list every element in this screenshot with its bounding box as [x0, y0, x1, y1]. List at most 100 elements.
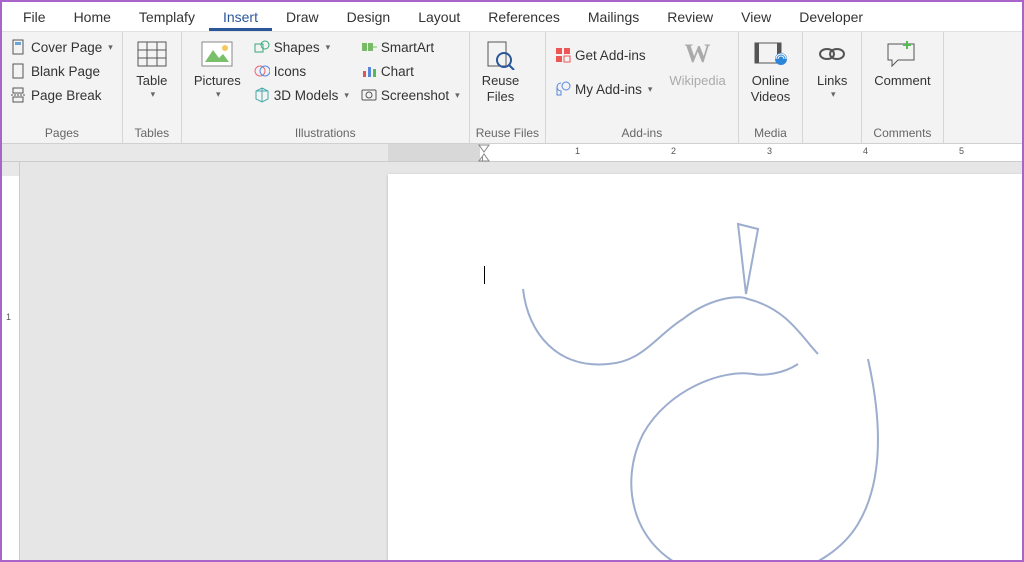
- group-media-label: Media: [745, 124, 797, 143]
- chevron-down-icon: ▾: [326, 42, 331, 53]
- group-pages: Cover Page ▾ Blank Page Page Break Pages: [2, 32, 123, 143]
- horizontal-ruler[interactable]: 1 2 3 4 5: [2, 144, 1022, 162]
- group-pages-label: Pages: [8, 124, 116, 143]
- blank-page-button[interactable]: Blank Page: [8, 61, 116, 81]
- wikipedia-icon: W: [681, 37, 715, 71]
- pictures-button[interactable]: Pictures ▾: [188, 35, 247, 103]
- store-icon: [555, 47, 571, 63]
- comment-icon: [885, 37, 919, 71]
- ink-drawing: [388, 174, 948, 560]
- page-break-label: Page Break: [31, 88, 102, 103]
- group-illustrations-label: Illustrations: [188, 124, 463, 143]
- chevron-down-icon: ▾: [648, 84, 653, 95]
- page-break-icon: [11, 87, 27, 103]
- chevron-down-icon: ▾: [344, 90, 349, 101]
- group-illustrations: Pictures ▾ Shapes ▾ Icons 3D Models ▾: [182, 32, 470, 143]
- group-reuse: Reuse Files Reuse Files: [470, 32, 546, 143]
- screenshot-button[interactable]: Screenshot ▾: [358, 85, 463, 105]
- cover-page-button[interactable]: Cover Page ▾: [8, 37, 116, 57]
- shapes-button[interactable]: Shapes ▾: [251, 37, 352, 57]
- table-button[interactable]: Table ▾: [129, 35, 175, 103]
- shapes-label: Shapes: [274, 40, 320, 55]
- blank-page-label: Blank Page: [31, 64, 100, 79]
- group-links: Links ▾: [803, 32, 862, 143]
- chevron-down-icon: ▾: [831, 89, 836, 100]
- links-label: Links: [817, 73, 847, 89]
- group-comments: Comment Comments: [862, 32, 943, 143]
- ribbon: Cover Page ▾ Blank Page Page Break Pages…: [2, 32, 1022, 144]
- tab-mailings[interactable]: Mailings: [574, 4, 653, 31]
- tab-design[interactable]: Design: [333, 4, 405, 31]
- tab-templafy[interactable]: Templafy: [125, 4, 209, 31]
- ribbon-tabs: File Home Templafy Insert Draw Design La…: [2, 2, 1022, 32]
- chevron-down-icon: ▾: [455, 90, 460, 101]
- pictures-label: Pictures: [194, 73, 241, 89]
- cover-page-icon: [11, 39, 27, 55]
- chevron-down-icon: ▾: [151, 89, 156, 100]
- video-label: Online Videos: [751, 73, 791, 106]
- document-area[interactable]: [20, 162, 1022, 560]
- page-break-button[interactable]: Page Break: [8, 85, 116, 105]
- ruler-mark: 4: [863, 146, 868, 156]
- group-addins-label: Add-ins: [552, 124, 732, 143]
- chart-label: Chart: [381, 64, 414, 79]
- get-addins-button[interactable]: Get Add-ins: [552, 45, 655, 65]
- table-label: Table: [136, 73, 167, 89]
- links-button[interactable]: Links ▾: [809, 35, 855, 103]
- comment-button[interactable]: Comment: [868, 35, 936, 91]
- chart-button[interactable]: Chart: [358, 61, 463, 81]
- pictures-icon: [200, 37, 234, 71]
- table-icon: [135, 37, 169, 71]
- screenshot-label: Screenshot: [381, 88, 449, 103]
- group-tables: Table ▾ Tables: [123, 32, 182, 143]
- screenshot-icon: [361, 87, 377, 103]
- icons-label: Icons: [274, 64, 306, 79]
- wikipedia-button[interactable]: W Wikipedia: [663, 35, 731, 91]
- group-media: Online Videos Media: [739, 32, 804, 143]
- group-tables-label: Tables: [129, 124, 175, 143]
- tab-view[interactable]: View: [727, 4, 785, 31]
- online-videos-button[interactable]: Online Videos: [745, 35, 797, 108]
- tab-layout[interactable]: Layout: [404, 4, 474, 31]
- 3d-models-button[interactable]: 3D Models ▾: [251, 85, 352, 105]
- vertical-ruler[interactable]: 1: [2, 162, 20, 560]
- smartart-label: SmartArt: [381, 40, 434, 55]
- ruler-mark: 3: [767, 146, 772, 156]
- reuse-files-label: Reuse Files: [482, 73, 520, 106]
- reuse-files-button[interactable]: Reuse Files: [476, 35, 526, 108]
- my-addins-icon: [555, 81, 571, 97]
- tab-file[interactable]: File: [9, 4, 60, 31]
- shapes-icon: [254, 39, 270, 55]
- group-reuse-label: Reuse Files: [476, 124, 539, 143]
- tab-review[interactable]: Review: [653, 4, 727, 31]
- icons-button[interactable]: Icons: [251, 61, 352, 81]
- tab-home[interactable]: Home: [60, 4, 125, 31]
- reuse-files-icon: [483, 37, 517, 71]
- smartart-icon: [361, 39, 377, 55]
- icons-icon: [254, 63, 270, 79]
- indent-marker-icon[interactable]: [478, 144, 490, 162]
- document-page[interactable]: [388, 174, 1022, 560]
- ruler-mark-v: 1: [6, 312, 11, 322]
- tab-references[interactable]: References: [474, 4, 574, 31]
- ruler-mark: 5: [959, 146, 964, 156]
- comment-label: Comment: [874, 73, 930, 89]
- tab-draw[interactable]: Draw: [272, 4, 333, 31]
- tab-developer[interactable]: Developer: [785, 4, 877, 31]
- cover-page-label: Cover Page: [31, 40, 102, 55]
- chevron-down-icon: ▾: [108, 42, 113, 53]
- chevron-down-icon: ▾: [216, 89, 221, 100]
- ruler-mark: 2: [671, 146, 676, 156]
- group-addins: Get Add-ins My Add-ins ▾ W Wikipedia Add…: [546, 32, 739, 143]
- models-label: 3D Models: [274, 88, 339, 103]
- my-addins-button[interactable]: My Add-ins ▾: [552, 79, 655, 99]
- workspace: 1: [2, 162, 1022, 560]
- wikipedia-label: Wikipedia: [669, 73, 725, 89]
- get-addins-label: Get Add-ins: [575, 48, 646, 63]
- link-icon: [815, 37, 849, 71]
- tab-insert[interactable]: Insert: [209, 4, 272, 31]
- video-icon: [753, 37, 787, 71]
- group-comments-label: Comments: [868, 124, 936, 143]
- smartart-button[interactable]: SmartArt: [358, 37, 463, 57]
- ruler-mark: 1: [575, 146, 580, 156]
